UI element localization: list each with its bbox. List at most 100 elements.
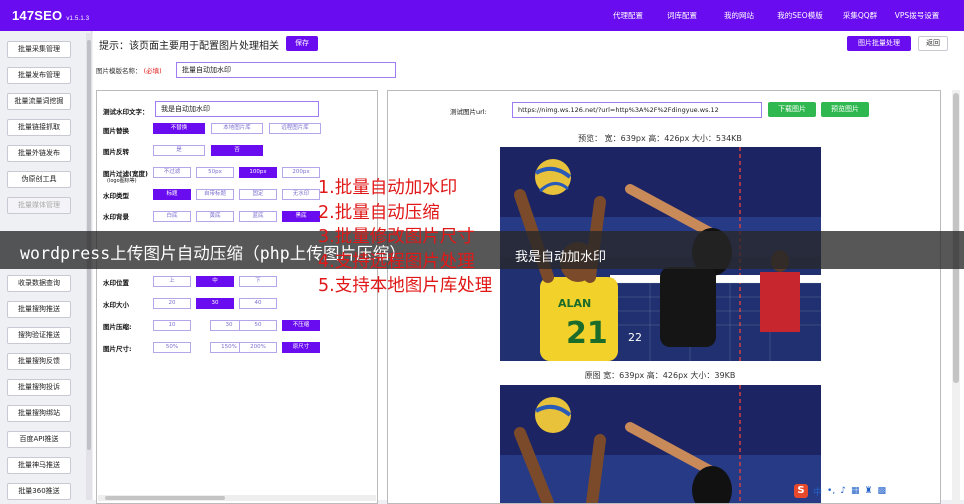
nav-vps-dial[interactable]: VPS拨号设置 [888, 10, 946, 21]
flip-label: 图片反转 [103, 148, 129, 156]
sidebar-item-collect[interactable]: 批量采集管理 [7, 41, 71, 58]
wmbg-option-black[interactable]: 黑底 [282, 211, 320, 222]
sidebar-item-index-query[interactable]: 收录数据查询 [7, 275, 71, 292]
sidebar-item-sogou-push[interactable]: 批量搜狗推送 [7, 301, 71, 318]
save-button[interactable]: 保存 [286, 36, 318, 51]
back-button[interactable]: 返回 [918, 36, 948, 51]
wmsize-option-40[interactable]: 40 [239, 298, 277, 309]
version-label: v1.5.1.3 [66, 16, 90, 22]
shirt-icon[interactable]: ♜ [864, 486, 872, 496]
filter-option-50[interactable]: 50px [196, 167, 234, 178]
wmbg-option-yellow[interactable]: 黄底 [196, 211, 234, 222]
ime-tray[interactable]: S 中 •, ♪ ▦ ♜ ▩ [794, 483, 891, 499]
microphone-icon[interactable]: ♪ [840, 486, 846, 496]
grid-icon[interactable]: ▩ [878, 486, 887, 496]
feature-list: 1.批量自动加水印 2.批量自动压缩 3.批量修改图片尺寸 4.支持远程图片处理… [318, 176, 492, 299]
wmbg-label: 水印背景 [103, 213, 129, 221]
feature-item: 2.批量自动压缩 [318, 202, 440, 223]
image-url-input[interactable]: https://nimg.ws.126.net/?url=http%3A%2F%… [512, 102, 762, 118]
logo-text: 147SEO [12, 8, 63, 23]
page-hint: 提示：该页面主要用于配置图片处理相关 [99, 41, 279, 52]
filter-sub-label: (logo图标等) [107, 178, 137, 184]
preview-caption: 预览： 宽：639px 高：426px 大小：534KB [578, 134, 742, 143]
sidebar-item-pseudo-original[interactable]: 伪原创工具 [7, 171, 71, 188]
keyboard-icon[interactable]: ▦ [851, 486, 860, 496]
wmsize-option-30[interactable]: 30 [196, 298, 234, 309]
compress-option-10[interactable]: 10 [153, 320, 191, 331]
feature-item: 1.批量自动加水印 [318, 178, 458, 198]
watermark-text: 我是自动加水印 [515, 250, 607, 265]
wmpos-label: 水印位置 [103, 279, 129, 287]
feature-item: 3.批量修改图片尺寸 [318, 227, 475, 247]
wmtype-label: 水印类型 [103, 192, 129, 200]
wmtype-option-title[interactable]: 标题 [153, 189, 191, 200]
download-image-button[interactable]: 下载图片 [768, 102, 816, 117]
sidebar-item-360-push[interactable]: 批量360推送 [7, 483, 71, 500]
original-photo [500, 385, 821, 503]
compress-option-none[interactable]: 不压缩 [282, 320, 320, 331]
original-caption: 原图 宽：639px 高：426px 大小：39KB [584, 371, 736, 380]
jersey-name: ALAN [558, 297, 591, 310]
size-option-50[interactable]: 50% [153, 342, 191, 353]
template-name-text: 图片模版名称 [96, 67, 135, 75]
ime-language-label[interactable]: 中 [813, 485, 822, 498]
settings-hscroll-thumb[interactable] [105, 496, 225, 500]
sidebar-item-sogou-bind[interactable]: 批量搜狗绑站 [7, 405, 71, 422]
template-name-label: 图片模版名称： (必填) [96, 67, 162, 75]
sidebar-item-sogou-verify[interactable]: 搜狗验证推送 [7, 327, 71, 344]
sidebar-item-publish[interactable]: 批量发布管理 [7, 67, 71, 84]
wmpos-option-top[interactable]: 上 [153, 276, 191, 287]
wmsize-label: 水印大小 [103, 301, 129, 309]
nav-wordlib-config[interactable]: 词库配置 [654, 10, 710, 21]
app-logo: 147SEO v1.5.1.3 [12, 8, 89, 23]
nav-my-sites[interactable]: 我的网站 [710, 10, 768, 21]
size-option-200[interactable]: 200% [239, 342, 277, 353]
feature-item: 5.支持本地图片库处理 [318, 276, 493, 296]
nav-qq-groups[interactable]: 采集QQ群 [832, 10, 888, 21]
jersey-number-2: 22 [628, 331, 642, 344]
compress-label: 图片压缩: [103, 323, 132, 331]
jersey-number: 21 [566, 316, 608, 351]
punctuation-icon[interactable]: •, [827, 486, 835, 496]
wmtype-option-none[interactable]: 无水印 [282, 189, 320, 200]
wmpos-option-middle[interactable]: 中 [196, 276, 234, 287]
top-nav: 代理配置 词库配置 我的网站 我的SEO模版 采集QQ群 VPS拨号设置 [602, 0, 946, 31]
wmpos-option-bottom[interactable]: 下 [239, 276, 277, 287]
sidebar-item-baidu-api[interactable]: 百度API推送 [7, 431, 71, 448]
original-photo-graphic [500, 385, 821, 503]
filter-option-100[interactable]: 100px [239, 167, 277, 178]
replace-option-local[interactable]: 本地图片库 [211, 123, 263, 134]
sidebar-item-traffic-words[interactable]: 批量流量词挖掘 [7, 93, 71, 110]
replace-option-remote[interactable]: 远程图片库 [269, 123, 321, 134]
sidebar-item-sogou-feedback[interactable]: 批量搜狗反馈 [7, 353, 71, 370]
url-label: 测试图片url: [450, 108, 487, 116]
wmtype-option-fixed[interactable]: 固定 [239, 189, 277, 200]
batch-process-button[interactable]: 图片批量处理 [847, 36, 911, 51]
watermark-text-input[interactable]: 我是自动加水印 [155, 101, 319, 117]
wmsize-option-20[interactable]: 20 [153, 298, 191, 309]
required-mark: (必填) [143, 67, 162, 75]
nav-seo-templates[interactable]: 我的SEO模版 [768, 10, 832, 21]
sidebar-item-sogou-complaint[interactable]: 批量搜狗投诉 [7, 379, 71, 396]
sidebar-item-link-grab[interactable]: 批量链接抓取 [7, 119, 71, 136]
wmbg-option-blue[interactable]: 蓝底 [239, 211, 277, 222]
size-label: 图片尺寸: [103, 345, 132, 353]
feature-item: 4.支持远程图片处理 [318, 251, 475, 272]
template-name-input[interactable]: 批量自动加水印 [176, 62, 396, 78]
nav-proxy-config[interactable]: 代理配置 [602, 10, 654, 21]
replace-option-none[interactable]: 不替换 [153, 123, 205, 134]
wmtype-option-own-title[interactable]: 自带标题 [196, 189, 234, 200]
sidebar-item-shenma-push[interactable]: 批量神马推送 [7, 457, 71, 474]
flip-option-yes[interactable]: 是 [153, 145, 205, 156]
preview-image-button[interactable]: 预览图片 [821, 102, 869, 117]
filter-option-200[interactable]: 200px [282, 167, 320, 178]
wmbg-option-white[interactable]: 白底 [153, 211, 191, 222]
flip-option-no[interactable]: 否 [211, 145, 263, 156]
sogou-icon[interactable]: S [794, 484, 808, 498]
top-bar: 147SEO v1.5.1.3 代理配置 词库配置 我的网站 我的SEO模版 采集… [0, 0, 964, 31]
filter-option-none[interactable]: 不过滤 [153, 167, 191, 178]
compress-option-50[interactable]: 50 [239, 320, 277, 331]
sidebar-item-media[interactable]: 批量媒体管理 [7, 197, 71, 214]
sidebar-item-external-links[interactable]: 批量外链发布 [7, 145, 71, 162]
size-option-original[interactable]: 原尺寸 [282, 342, 320, 353]
